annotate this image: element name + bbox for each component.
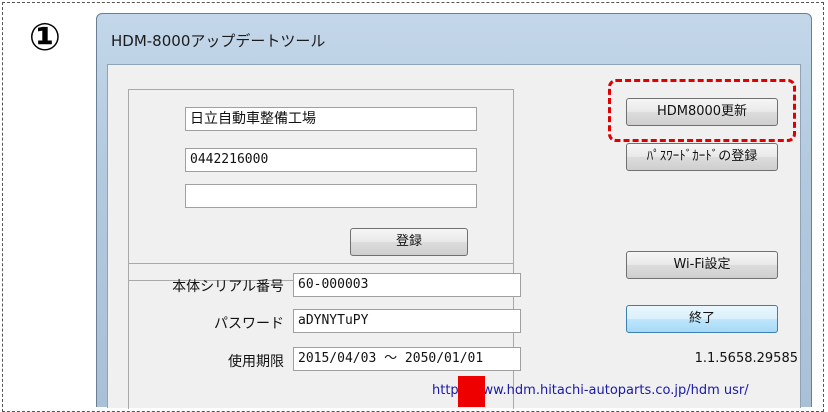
- window-title: HDM-8000アップデートツール: [111, 32, 326, 50]
- password-label: パスワード: [214, 316, 284, 332]
- update-button-highlight: [608, 79, 796, 142]
- password-field: aDYNYTuPY: [293, 309, 521, 333]
- expiry-field: 2015/04/03 ～ 2050/01/01: [293, 347, 521, 371]
- wifi-settings-button[interactable]: Wi-Fi設定: [626, 251, 778, 279]
- serial-field: 60-000003: [293, 273, 521, 297]
- window-client-area: 日立自動車整備工場 0442216000 登録 本体シリアル番号 60-0000…: [107, 64, 801, 409]
- redaction-box: [458, 376, 485, 407]
- extra-field[interactable]: [185, 184, 477, 208]
- exit-button[interactable]: 終了: [626, 305, 778, 333]
- shop-name-field[interactable]: 日立自動車整備工場: [185, 107, 477, 131]
- password-card-register-button[interactable]: ﾊﾟｽﾜｰﾄﾞｶｰﾄﾞの登録: [626, 143, 778, 171]
- expiry-label: 使用期限: [228, 354, 284, 370]
- register-button[interactable]: 登録: [350, 228, 468, 256]
- phone-field[interactable]: 0442216000: [185, 148, 477, 172]
- version-label: 1.1.5658.29585: [694, 351, 798, 366]
- serial-label: 本体シリアル番号: [172, 279, 284, 295]
- step-number: ①: [28, 15, 62, 59]
- app-window: HDM-8000アップデートツール 日立自動車整備工場 0442216000 登…: [96, 13, 812, 409]
